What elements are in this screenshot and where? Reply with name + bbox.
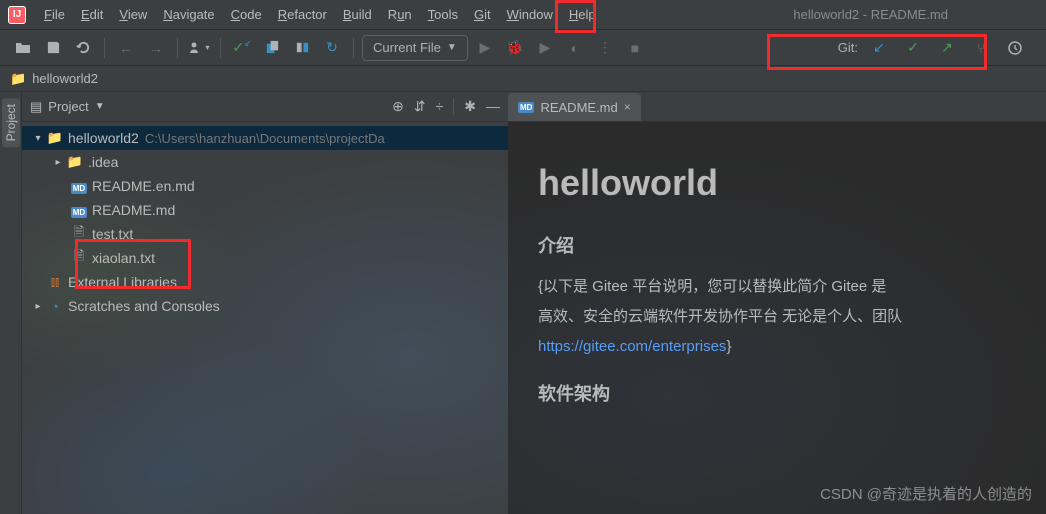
refresh-icon[interactable]: [70, 35, 96, 61]
menu-refactor[interactable]: Refactor: [270, 3, 335, 26]
markdown-icon: MD: [70, 203, 88, 218]
editor-tabs: MD README.md ×: [508, 92, 1046, 122]
text-file-icon: 🗎: [70, 223, 88, 245]
close-icon[interactable]: ×: [624, 100, 631, 114]
git-branch-icon[interactable]: ⑂: [968, 35, 994, 61]
menu-window[interactable]: Window: [499, 3, 561, 26]
doc-intro-text: {以下是 Gitee 平台说明，您可以替换此简介 Gitee 是 高效、安全的云…: [538, 272, 1016, 362]
vcs-commit-icon[interactable]: [259, 35, 285, 61]
select-opened-icon[interactable]: ⊕: [392, 98, 404, 115]
vcs-diff-icon[interactable]: [289, 35, 315, 61]
git-push-icon[interactable]: ↗: [934, 35, 960, 61]
folder-icon: 📁: [66, 154, 84, 170]
users-icon[interactable]: ▾: [186, 35, 212, 61]
chevron-down-icon: ▼: [95, 101, 105, 112]
menu-file[interactable]: File: [36, 3, 73, 26]
run-config-selector[interactable]: Current File ▼: [362, 35, 468, 61]
scratches-icon: ◔: [46, 299, 64, 314]
tree-folder-idea[interactable]: ▸ 📁 .idea: [22, 150, 508, 174]
menu-edit[interactable]: Edit: [73, 3, 111, 26]
menu-view[interactable]: View: [111, 3, 155, 26]
back-icon[interactable]: ←: [113, 35, 139, 61]
menu-navigate[interactable]: Navigate: [155, 3, 222, 26]
markdown-icon: MD: [70, 179, 88, 194]
run-config-label: Current File: [373, 40, 441, 55]
tree-file-readme-en[interactable]: MD README.en.md: [22, 174, 508, 198]
text-file-icon: 🗎: [70, 247, 88, 269]
tree-scratches[interactable]: ▸ ◔ Scratches and Consoles: [22, 294, 508, 318]
tree-file-test[interactable]: 🗎 test.txt: [22, 222, 508, 246]
coverage-icon[interactable]: ▶: [532, 35, 558, 61]
expand-all-icon[interactable]: ⇵: [414, 98, 426, 115]
library-icon: ⫾⫾: [46, 274, 64, 290]
window-title: helloworld2 - README.md: [793, 7, 948, 22]
expand-arrow-icon[interactable]: ▸: [30, 301, 46, 312]
tree-file-readme[interactable]: MD README.md: [22, 198, 508, 222]
gitee-link[interactable]: https://gitee.com/enterprises: [538, 338, 726, 355]
doc-h1: helloworld: [538, 162, 1016, 204]
project-tool-tab[interactable]: Project: [2, 98, 20, 147]
menu-build[interactable]: Build: [335, 3, 380, 26]
expand-arrow-icon[interactable]: ▾: [30, 133, 46, 144]
menu-git[interactable]: Git: [466, 3, 499, 26]
editor-tab-readme[interactable]: MD README.md ×: [508, 93, 641, 121]
tab-label: README.md: [540, 100, 617, 115]
breadcrumb-root[interactable]: helloworld2: [32, 71, 98, 86]
run-icon[interactable]: ▶: [472, 35, 498, 61]
stop-icon[interactable]: ■: [622, 35, 648, 61]
project-tree: ▾ 📁 helloworld2 C:\Users\hanzhuan\Docume…: [22, 122, 508, 514]
expand-arrow-icon[interactable]: ▸: [50, 157, 66, 168]
markdown-preview: helloworld 介绍 {以下是 Gitee 平台说明，您可以替换此简介 G…: [508, 122, 1046, 514]
side-tab-strip: Project: [0, 92, 22, 514]
editor-area: MD README.md × helloworld 介绍 {以下是 Gitee …: [508, 92, 1046, 514]
profile-icon[interactable]: ◐: [562, 35, 588, 61]
tree-external-libraries[interactable]: ⫾⫾ External Libraries: [22, 270, 508, 294]
git-toolbar: Git: ↙ ✓ ↗ ⑂: [830, 33, 1036, 63]
intellij-icon: IJ: [8, 6, 26, 24]
breadcrumb: 📁 helloworld2: [0, 66, 1046, 92]
menu-tools[interactable]: Tools: [420, 3, 466, 26]
menu-code[interactable]: Code: [223, 3, 270, 26]
vcs-update-icon[interactable]: ✓↙: [229, 35, 255, 61]
save-icon[interactable]: [40, 35, 66, 61]
doc-arch-heading: 软件架构: [538, 380, 1016, 406]
vcs-history-icon[interactable]: ↻: [319, 35, 345, 61]
panel-header: ▤ Project ▼ ⊕ ⇵ ÷ ✱ —: [22, 92, 508, 122]
menubar: IJ File Edit View Navigate Code Refactor…: [0, 0, 1046, 30]
git-commit-icon[interactable]: ✓: [900, 35, 926, 61]
debug-icon[interactable]: 🐞: [502, 35, 528, 61]
collapse-all-icon[interactable]: ÷: [436, 98, 444, 115]
panel-title[interactable]: ▤ Project ▼: [30, 99, 105, 115]
project-icon: ▤: [30, 99, 42, 115]
menu-help[interactable]: Help: [561, 3, 604, 26]
menu-run[interactable]: Run: [380, 3, 420, 26]
doc-intro-heading: 介绍: [538, 232, 1016, 258]
settings-icon[interactable]: ✱: [464, 98, 476, 115]
open-icon[interactable]: [10, 35, 36, 61]
hide-panel-icon[interactable]: —: [486, 98, 500, 115]
tree-file-xiaolan[interactable]: 🗎 xiaolan.txt: [22, 246, 508, 270]
git-label: Git:: [838, 40, 858, 55]
project-panel: ▤ Project ▼ ⊕ ⇵ ÷ ✱ — ▾ 📁 helloworld2 C:…: [22, 92, 508, 514]
markdown-icon: MD: [518, 102, 534, 113]
git-history-icon[interactable]: [1002, 35, 1028, 61]
forward-icon[interactable]: →: [143, 35, 169, 61]
toolbar: ← → ▾ ✓↙ ↻ Current File ▼ ▶ 🐞 ▶ ◐ ⋮ ■ Gi…: [0, 30, 1046, 66]
chevron-down-icon: ▼: [447, 42, 457, 53]
folder-icon: 📁: [46, 130, 64, 146]
folder-icon: 📁: [10, 71, 26, 87]
tree-root[interactable]: ▾ 📁 helloworld2 C:\Users\hanzhuan\Docume…: [22, 126, 508, 150]
git-pull-icon[interactable]: ↙: [866, 35, 892, 61]
more-run-icon[interactable]: ⋮: [592, 35, 618, 61]
